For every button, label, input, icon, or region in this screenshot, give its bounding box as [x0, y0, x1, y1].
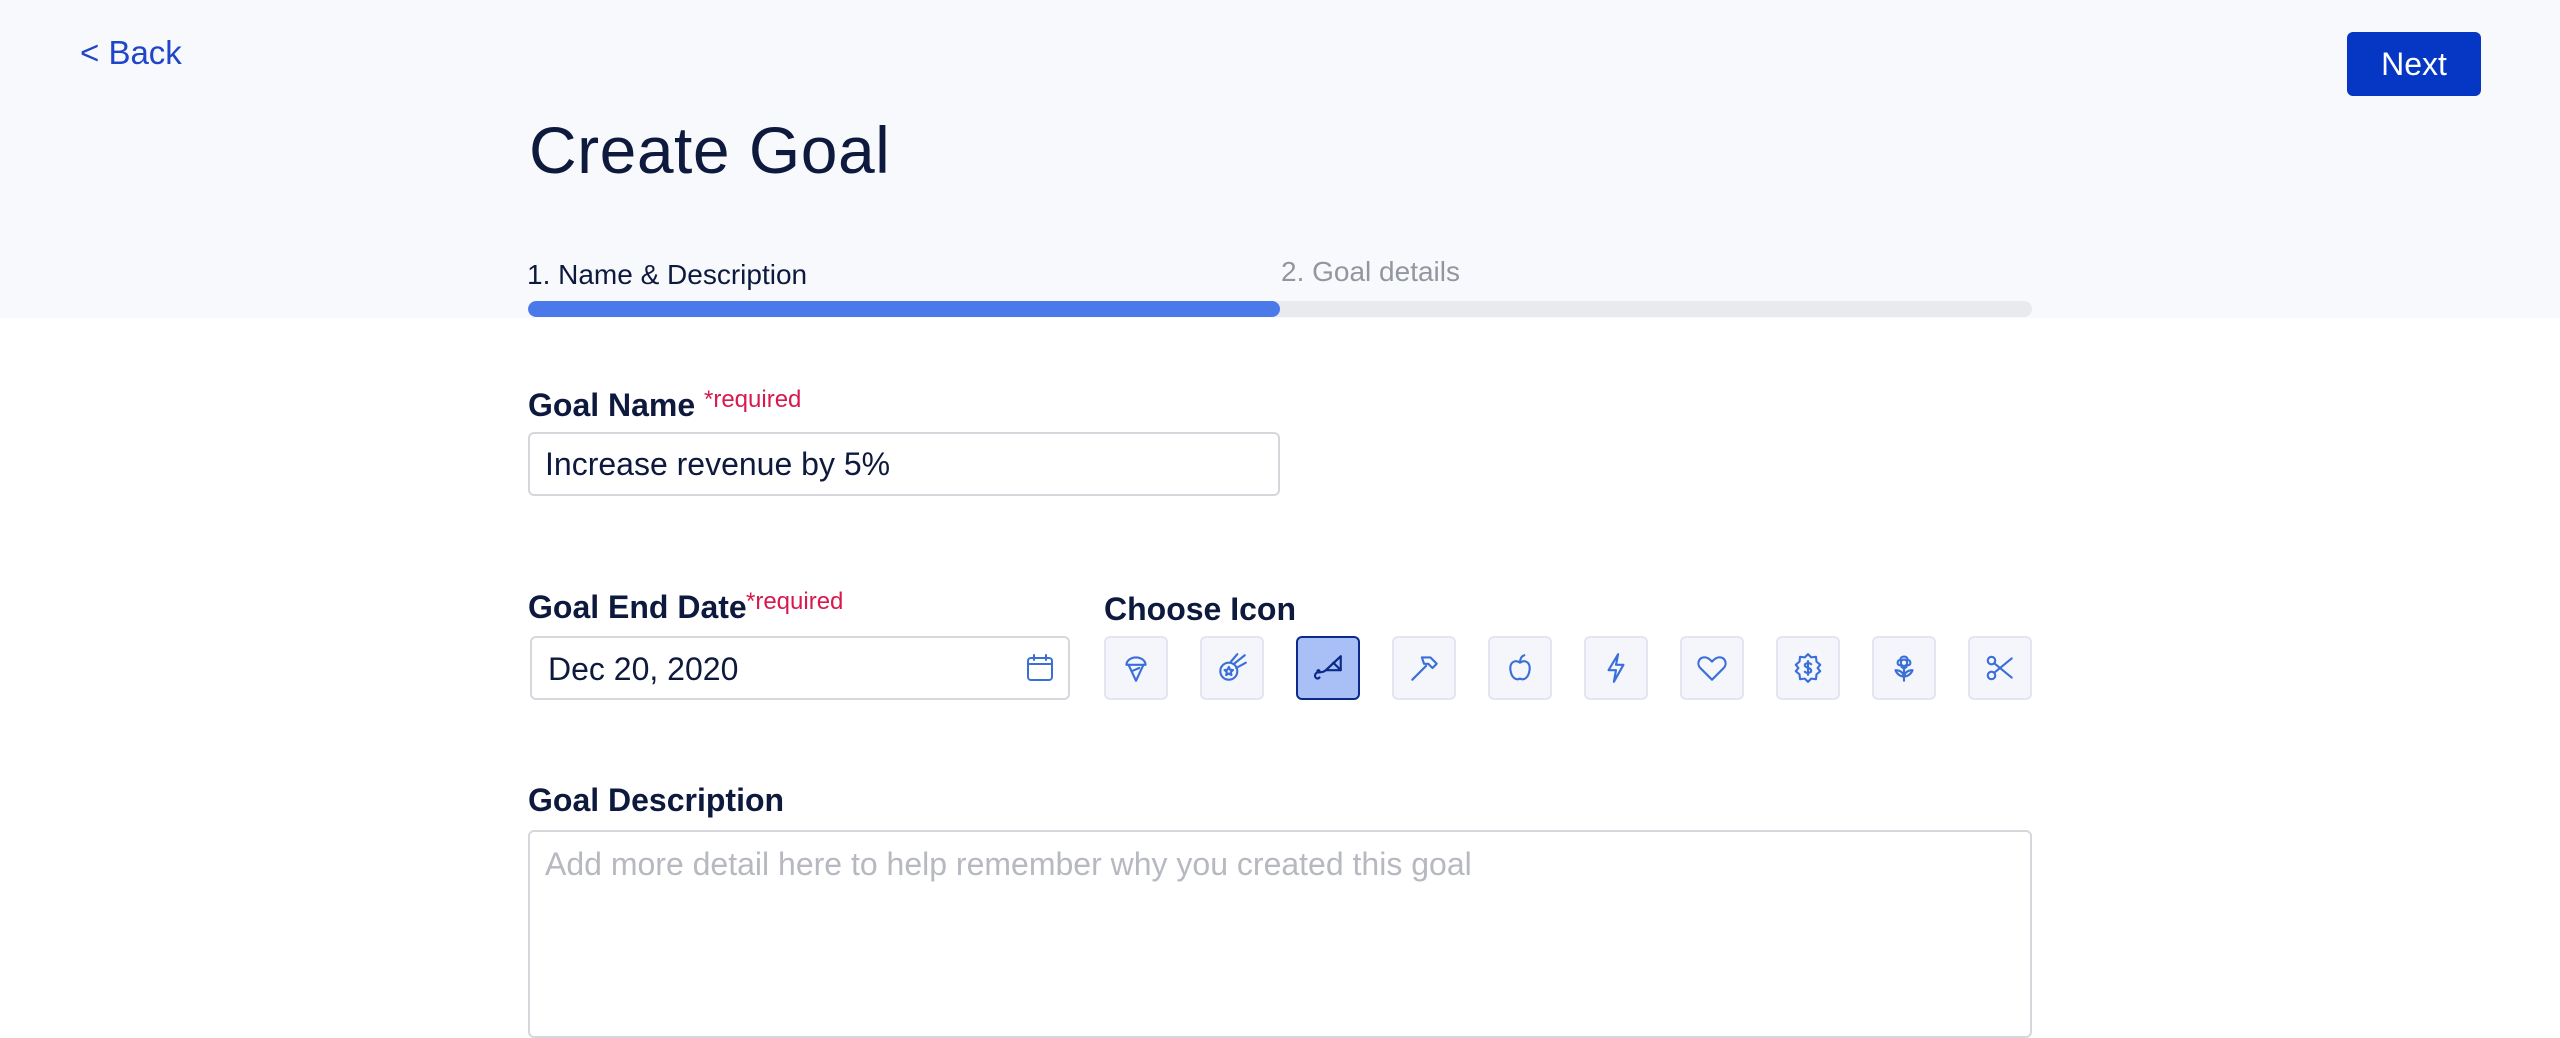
apple-icon	[1509, 654, 1531, 681]
icon-option-ice-cream[interactable]	[1104, 636, 1168, 700]
step-progress-fill	[528, 301, 1280, 317]
icon-option-dollar-badge[interactable]	[1776, 636, 1840, 700]
step-1-label: 1. Name & Description	[527, 259, 808, 290]
icon-option-apple[interactable]	[1488, 636, 1552, 700]
goal-end-date-required: *required	[746, 588, 844, 615]
hammer-icon	[1411, 656, 1438, 681]
goal-end-date-label: Goal End Date	[528, 589, 747, 625]
goal-name-input[interactable]	[528, 432, 1280, 496]
icon-option-lightning[interactable]	[1584, 636, 1648, 700]
choose-icon-label: Choose Icon	[1104, 591, 1297, 627]
dollar-badge-icon	[1794, 653, 1822, 683]
goal-end-date-field[interactable]: Dec 20, 2020	[530, 636, 1070, 700]
step-progress-bar	[528, 301, 2032, 317]
icon-option-comet[interactable]	[1200, 636, 1264, 700]
icon-option-heart[interactable]	[1680, 636, 1744, 700]
goal-end-date-value: Dec 20, 2020	[548, 651, 739, 687]
icon-picker	[1104, 636, 2033, 700]
kite-icon	[1313, 655, 1342, 680]
heart-icon	[1697, 656, 1727, 681]
page-header: < Back Next Create Goal 1. Name & Descri…	[0, 0, 2560, 318]
icon-option-flower[interactable]	[1872, 636, 1936, 700]
icon-option-kite[interactable]	[1296, 636, 1360, 700]
lightning-icon	[1607, 653, 1625, 683]
goal-description-label: Goal Description	[528, 782, 785, 818]
goal-name-label: Goal Name	[528, 387, 696, 423]
page-title: Create Goal	[529, 113, 891, 187]
icon-option-hammer[interactable]	[1392, 636, 1456, 700]
ice-cream-icon	[1125, 656, 1147, 682]
step-2-label: 2. Goal details	[1281, 256, 1460, 287]
flower-icon	[1894, 655, 1914, 682]
goal-description-textarea[interactable]	[528, 830, 2032, 1038]
comet-icon	[1219, 653, 1247, 681]
scissors-icon	[1986, 655, 2013, 681]
goal-name-required: *required	[704, 386, 802, 413]
icon-option-scissors[interactable]	[1968, 636, 2032, 700]
next-button[interactable]: Next	[2347, 32, 2481, 96]
calendar-icon[interactable]	[1024, 652, 1056, 684]
back-link[interactable]: < Back	[80, 34, 182, 72]
